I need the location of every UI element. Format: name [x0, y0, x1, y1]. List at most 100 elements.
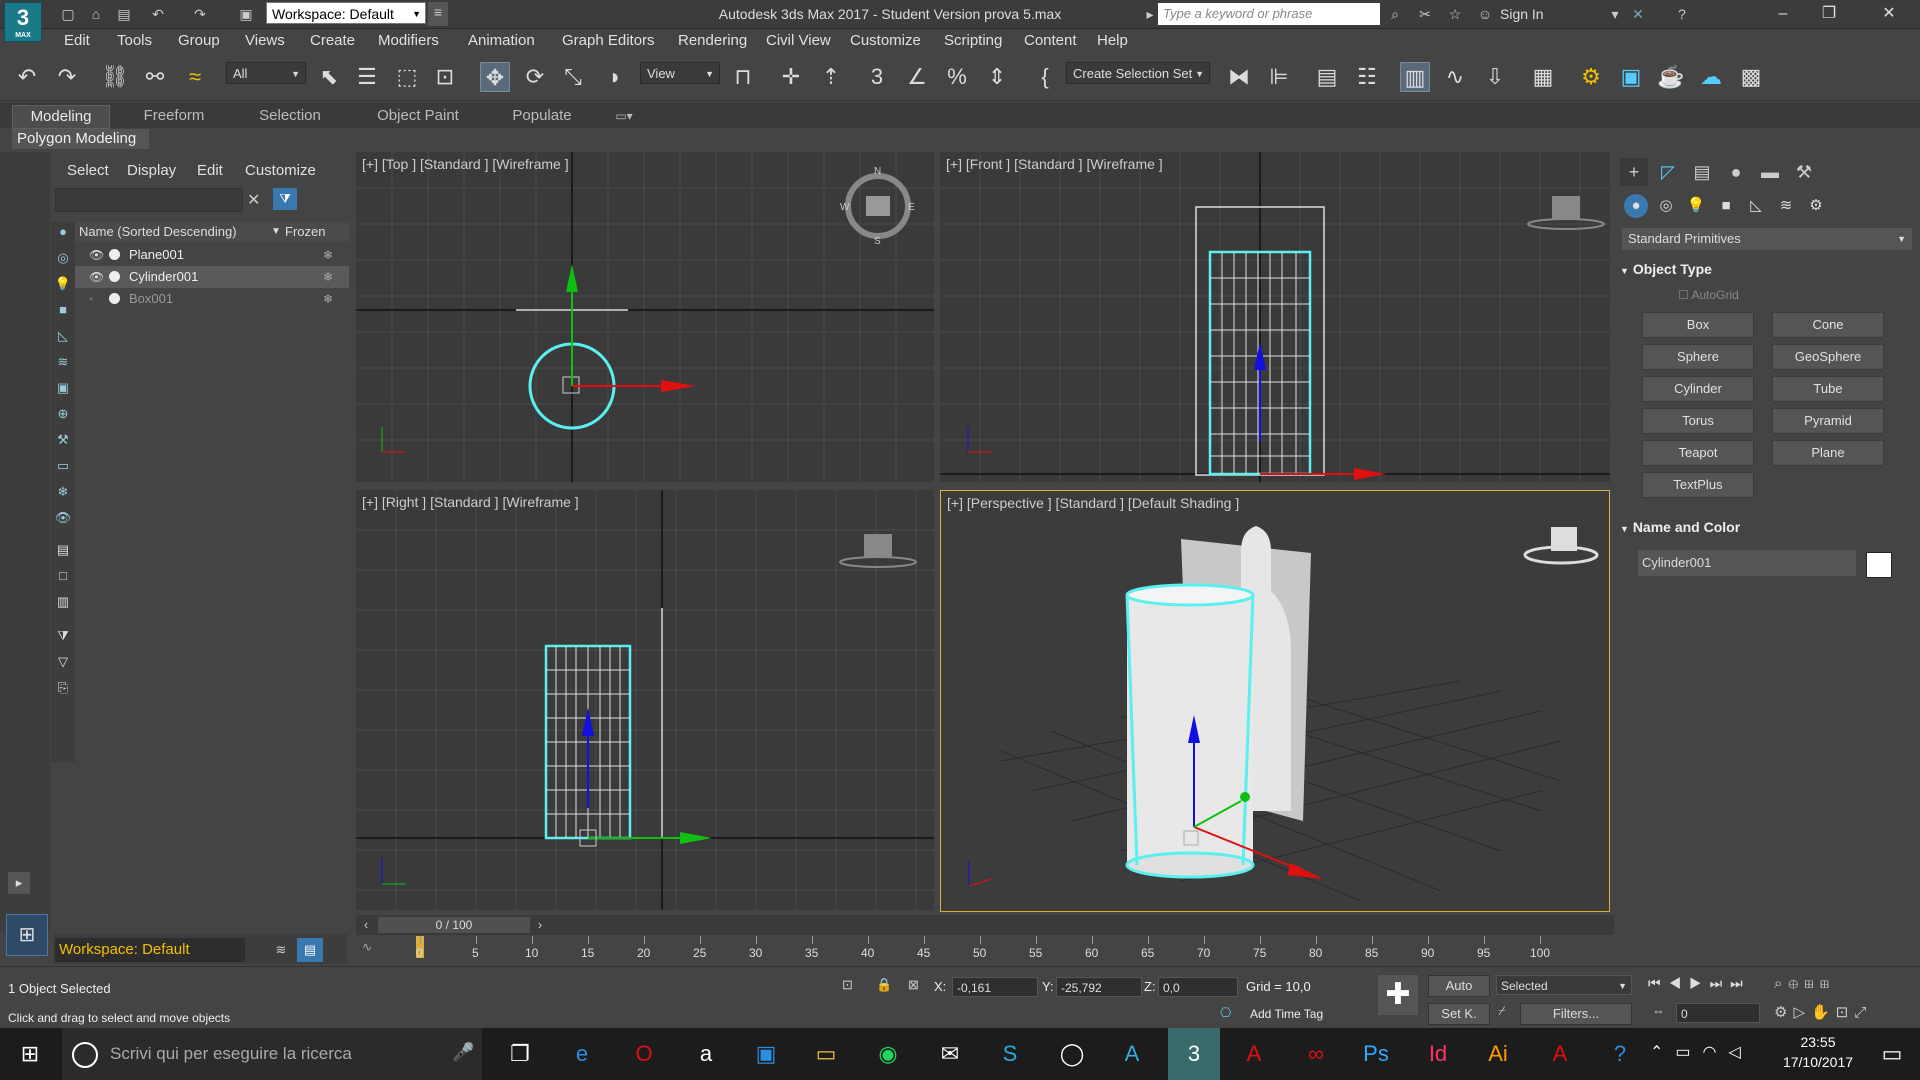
selection-filter-dropdown[interactable]: All ▼: [226, 62, 306, 84]
menu-edit[interactable]: Edit: [64, 29, 90, 53]
indesign-icon[interactable]: Id: [1412, 1028, 1464, 1080]
display-invert-icon[interactable]: ▥: [53, 592, 73, 612]
plane-button[interactable]: Plane: [1772, 440, 1884, 466]
layers-icon[interactable]: ≋: [269, 938, 293, 962]
viewport-navigation-2[interactable]: ⚙▷✋⊡⤢: [1774, 1003, 1872, 1021]
torus-button[interactable]: Torus: [1642, 408, 1754, 434]
close-window-icon[interactable]: ✕: [1866, 0, 1912, 28]
cylinder-button[interactable]: Cylinder: [1642, 376, 1754, 402]
sphere-button[interactable]: Sphere: [1642, 344, 1754, 370]
hierarchy-panel-icon[interactable]: ▤: [1688, 158, 1716, 186]
close-x-icon[interactable]: ✕: [1628, 4, 1648, 24]
textplus-button[interactable]: TextPlus: [1642, 472, 1754, 498]
edit-named-selection-icon[interactable]: {: [1030, 62, 1060, 92]
tab-populate[interactable]: Populate: [494, 105, 590, 127]
explorer-mode-icon[interactable]: ▤: [297, 938, 323, 962]
unlink-icon[interactable]: ⚯: [140, 62, 170, 92]
material-editor-icon[interactable]: ▦: [1528, 62, 1558, 92]
bind-space-warp-icon[interactable]: ≈: [180, 62, 210, 92]
new-file-icon[interactable]: ▢: [58, 4, 78, 24]
filter-icon[interactable]: ⧩: [273, 188, 297, 210]
filter-toggle-icon[interactable]: ⧩: [53, 626, 73, 646]
column-name[interactable]: Name (Sorted Descending): [79, 222, 237, 242]
select-by-name-icon[interactable]: ☰: [352, 62, 382, 92]
acrobat-reader-icon[interactable]: A: [1534, 1028, 1586, 1080]
viewport-top[interactable]: [+] [Top ] [Standard ] [Wireframe ] N S …: [356, 152, 934, 482]
viewport-layout-icon[interactable]: ⊞: [6, 914, 48, 956]
task-view-icon[interactable]: ❐: [494, 1028, 546, 1080]
menu-rendering[interactable]: Rendering: [678, 29, 747, 53]
x-coordinate-field[interactable]: -0,161: [952, 977, 1038, 997]
menu-graph-editors[interactable]: Graph Editors: [562, 29, 655, 53]
clear-search-icon[interactable]: ✕: [247, 190, 260, 210]
display-space-warps-icon[interactable]: ≋: [53, 352, 73, 372]
eye-icon[interactable]: •: [89, 288, 93, 310]
set-key-button[interactable]: Set K.: [1428, 1003, 1490, 1025]
mail-icon[interactable]: ✉: [924, 1028, 976, 1080]
tube-button[interactable]: Tube: [1772, 376, 1884, 402]
set-key-icon[interactable]: ✚: [1378, 975, 1418, 1015]
current-frame-field[interactable]: 0: [1676, 1003, 1760, 1023]
filter-selected-icon[interactable]: ▽: [53, 652, 73, 672]
eye-icon[interactable]: 👁: [89, 266, 104, 288]
tab-selection[interactable]: Selection: [242, 105, 338, 127]
next-frame-icon[interactable]: ›: [532, 917, 548, 933]
display-lights-icon[interactable]: 💡: [53, 274, 73, 294]
space-warps-icon[interactable]: ≋: [1774, 194, 1798, 218]
explorer-menu-customize[interactable]: Customize: [245, 162, 316, 179]
viewport-navigation[interactable]: ⌕⊕⊞⊞: [1774, 975, 1835, 992]
z-coordinate-field[interactable]: 0,0: [1158, 977, 1238, 997]
menu-create[interactable]: Create: [310, 29, 355, 53]
redo-icon[interactable]: ↷: [190, 4, 210, 24]
rendered-frame-window-icon[interactable]: ▣: [1616, 62, 1646, 92]
key-filter-icon[interactable]: ⌿: [1498, 1003, 1506, 1019]
pyramid-button[interactable]: Pyramid: [1772, 408, 1884, 434]
selection-lock-icon[interactable]: 🔒: [876, 977, 892, 993]
undo-icon[interactable]: ↶: [12, 62, 42, 92]
3ds-max-taskbar-icon[interactable]: 3: [1168, 1028, 1220, 1080]
explorer-menu-edit[interactable]: Edit: [197, 162, 223, 179]
primitive-category-dropdown[interactable]: Standard Primitives ▼: [1622, 228, 1912, 250]
utilities-panel-icon[interactable]: ⚒: [1790, 158, 1818, 186]
select-object-icon[interactable]: ⬉: [314, 62, 344, 92]
tab-freeform[interactable]: Freeform: [128, 105, 220, 127]
filters-button[interactable]: Filters...: [1520, 1003, 1632, 1025]
internet-explorer-icon[interactable]: e: [556, 1028, 608, 1080]
save-file-icon[interactable]: ▤: [114, 4, 134, 24]
windows-start-icon[interactable]: ⊞: [4, 1028, 56, 1080]
auto-key-button[interactable]: Auto: [1428, 975, 1490, 997]
scale-icon[interactable]: ⤡: [558, 62, 588, 92]
display-none-icon[interactable]: □: [53, 566, 73, 586]
mirror-icon[interactable]: ⧓: [1224, 62, 1254, 92]
autodesk-icon[interactable]: A: [1106, 1028, 1158, 1080]
cameras-icon[interactable]: ■: [1714, 194, 1738, 218]
scene-explorer-icon[interactable]: ▥: [1400, 62, 1430, 92]
display-shapes-icon[interactable]: ◎: [53, 248, 73, 268]
star-icon[interactable]: ☆: [1445, 4, 1465, 24]
workspace-select[interactable]: Workspace: Default ▼: [266, 2, 426, 24]
modify-panel-icon[interactable]: ◸: [1654, 158, 1682, 186]
menu-animation[interactable]: Animation: [468, 29, 535, 53]
undo-icon[interactable]: ↶: [148, 4, 168, 24]
help-taskbar-icon[interactable]: ?: [1594, 1028, 1646, 1080]
select-manipulate-icon[interactable]: ✛: [776, 62, 806, 92]
autogrid-checkbox[interactable]: ☐ AutoGrid: [1678, 288, 1739, 302]
exchange-icon[interactable]: ✂: [1415, 4, 1435, 24]
chevron-down-icon[interactable]: ▾: [1605, 4, 1625, 24]
render-iterative-icon[interactable]: ☁: [1696, 62, 1726, 92]
explorer-row[interactable]: • Box001 ❄: [75, 288, 349, 310]
file-explorer-icon[interactable]: ▭: [800, 1028, 852, 1080]
rotate-icon[interactable]: ⟳: [520, 62, 550, 92]
render-in-cloud-icon[interactable]: ▩: [1736, 62, 1766, 92]
cone-button[interactable]: Cone: [1772, 312, 1884, 338]
track-bar[interactable]: ∿ 0 5 10 15 20 25 30 35 40 45 50 55 60 6…: [356, 936, 1614, 964]
motion-panel-icon[interactable]: ●: [1722, 158, 1750, 186]
explorer-row[interactable]: 👁 Cylinder001 ❄: [75, 266, 349, 288]
binoculars-icon[interactable]: ⌕: [1385, 4, 1405, 24]
time-slider[interactable]: ‹ 0 / 100 ›: [356, 915, 1614, 935]
display-frozen-icon[interactable]: ❄: [53, 482, 73, 502]
geosphere-button[interactable]: GeoSphere: [1772, 344, 1884, 370]
isolate-selection-icon[interactable]: ⊡: [842, 977, 853, 993]
taskbar-search-input[interactable]: Scrivi qui per eseguire la ricerca: [62, 1028, 482, 1080]
display-all-icon[interactable]: ▤: [53, 540, 73, 560]
